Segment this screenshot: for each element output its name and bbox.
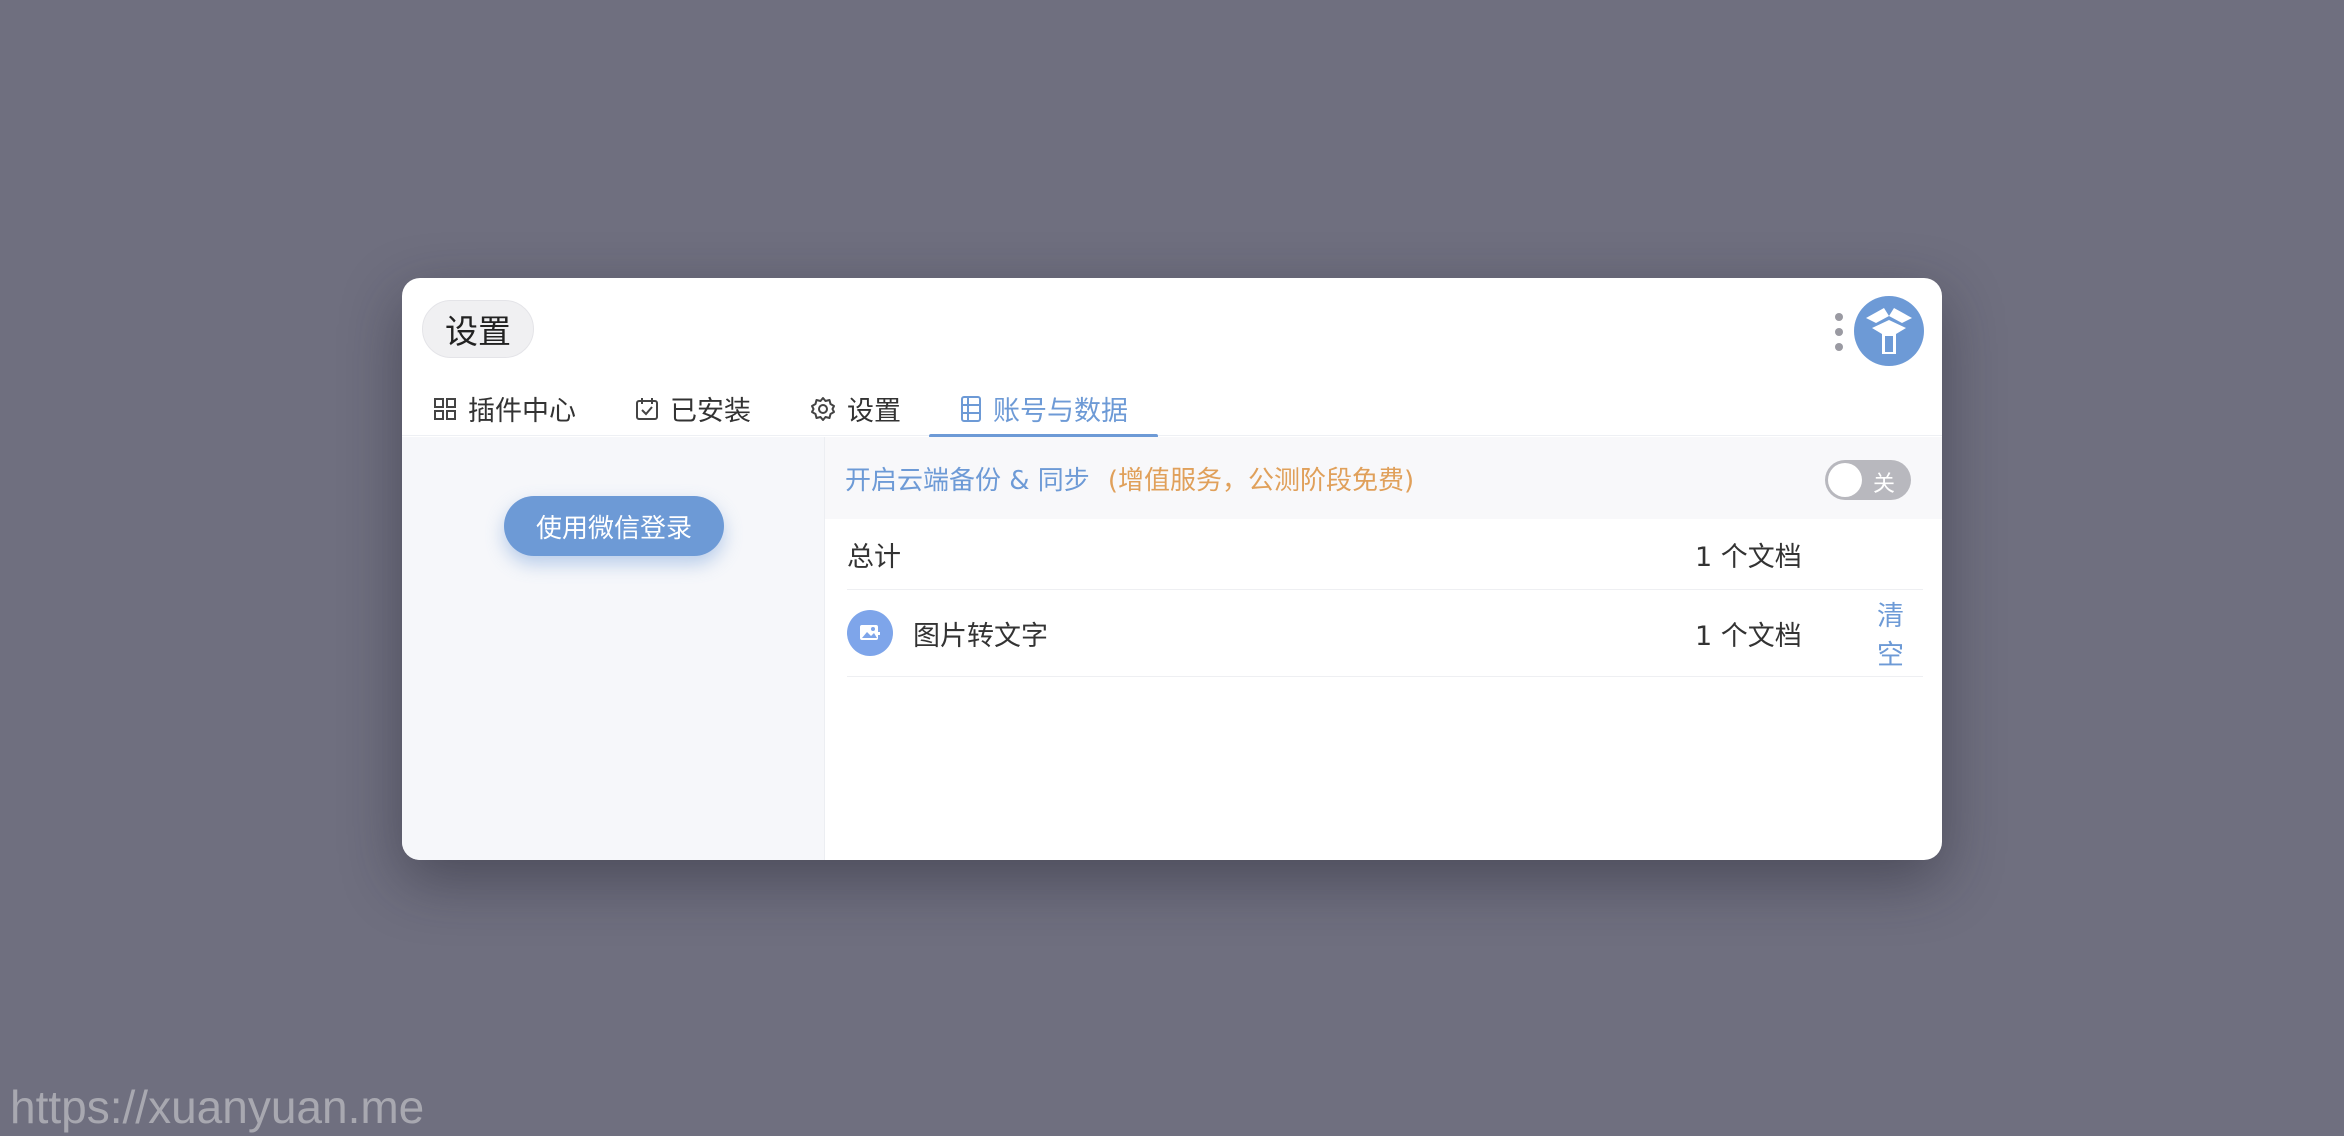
calendar-check-icon <box>636 397 658 420</box>
cloud-sync-bar: 开启云端备份 & 同步 (增值服务，公测阶段免费) 关 <box>825 437 1942 519</box>
app-logo-icon[interactable] <box>1854 296 1924 366</box>
item-name: 图片转文字 <box>913 620 1048 652</box>
settings-window: 设置 插件中心 已安装 设置 账号与数据 使用微信登录 开启云端备份 & 同步 … <box>402 278 1942 860</box>
sync-title: 开启云端备份 & 同步 <box>845 465 1090 496</box>
watermark: https://xuanyuan.me <box>10 1081 425 1133</box>
item-count: 1 个文档 <box>1695 620 1802 652</box>
summary-count: 1 个文档 <box>1695 541 1802 573</box>
window-title: 设置 <box>422 300 534 358</box>
sync-toggle[interactable]: 关 <box>1825 460 1911 500</box>
gear-icon <box>811 396 835 421</box>
data-pane: 开启云端备份 & 同步 (增值服务，公测阶段免费) 关 总计 1 个文档 图片转… <box>825 437 1942 860</box>
summary-label: 总计 <box>847 541 901 573</box>
tab-installed[interactable]: 已安装 <box>634 382 781 436</box>
more-vertical-icon[interactable] <box>1832 311 1846 353</box>
tab-plugin-center[interactable]: 插件中心 <box>432 382 606 436</box>
grid-icon <box>434 397 456 420</box>
toggle-knob <box>1828 463 1862 497</box>
tab-label: 插件中心 <box>468 396 576 427</box>
account-pane: 使用微信登录 <box>402 437 825 860</box>
tab-label: 账号与数据 <box>993 396 1128 427</box>
sync-note: (增值服务，公测阶段免费) <box>1107 465 1415 496</box>
tab-label: 设置 <box>847 396 901 427</box>
summary-row: 总计 1 个文档 <box>847 519 1923 590</box>
tab-settings[interactable]: 设置 <box>809 382 931 436</box>
tab-label: 已安装 <box>670 396 751 427</box>
tab-account-data[interactable]: 账号与数据 <box>929 382 1158 438</box>
toggle-label: 关 <box>1873 472 1896 497</box>
document-icon <box>961 395 981 422</box>
image-icon <box>847 610 893 656</box>
list-item: 图片转文字 1 个文档 清空 <box>847 590 1923 677</box>
tab-bar: 插件中心 已安装 设置 账号与数据 <box>402 382 1942 438</box>
wechat-login-button[interactable]: 使用微信登录 <box>504 496 724 556</box>
clear-button[interactable]: 清空 <box>1877 594 1923 672</box>
